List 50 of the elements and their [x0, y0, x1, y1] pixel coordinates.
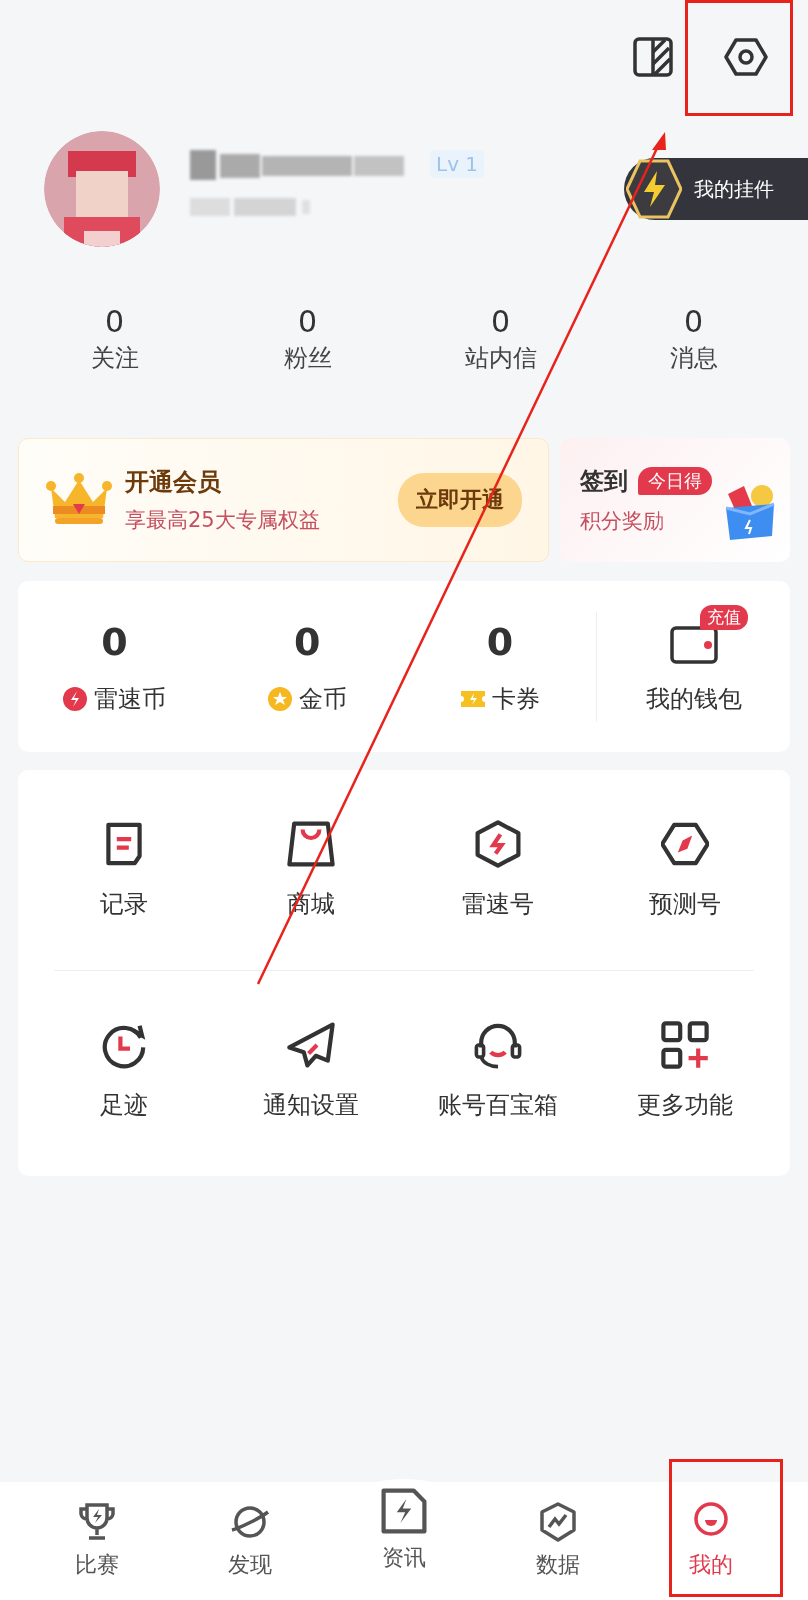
reward-badge: 今日得 [638, 467, 712, 495]
nav-tab[interactable]: 比赛 [20, 1502, 174, 1580]
function-label[interactable]: 账号百宝箱 [437, 1089, 558, 1121]
balance-label[interactable]: 金币 [299, 682, 348, 715]
stat-value[interactable]: 0 [104, 304, 125, 340]
nav-tab[interactable]: 我的 [634, 1502, 788, 1580]
trophy-icon [76, 1502, 117, 1542]
stat-label[interactable]: 关注 [90, 342, 139, 374]
balance-value[interactable]: 0 [293, 618, 321, 665]
hexagon-chart-icon [537, 1502, 578, 1542]
function-label[interactable]: 足迹 [99, 1089, 148, 1121]
nav-tab[interactable]: 发现 [173, 1502, 328, 1580]
checkin-title: 签到 [580, 466, 628, 497]
lightning-coin-icon [62, 685, 89, 712]
function-label[interactable]: 雷速号 [461, 888, 534, 920]
lightning-icon [626, 159, 682, 219]
stat-label[interactable]: 消息 [669, 342, 718, 374]
theme-icon[interactable] [632, 36, 674, 78]
function-label[interactable]: 预测号 [648, 888, 721, 920]
function-label[interactable]: 通知设置 [262, 1089, 359, 1121]
function-label[interactable]: 记录 [99, 888, 148, 920]
settings-icon[interactable] [724, 37, 768, 77]
stat-value[interactable]: 0 [683, 304, 704, 340]
balance-value[interactable]: 0 [486, 618, 514, 665]
vip-title: 开通会员 [125, 467, 222, 498]
balance-label[interactable]: 卡券 [491, 682, 540, 715]
star-coin-icon [267, 685, 294, 712]
news-icon [380, 1487, 428, 1535]
grid-plus-icon[interactable] [660, 1021, 709, 1069]
shopping-bag-icon[interactable] [286, 820, 335, 868]
stat-label[interactable]: 站内信 [464, 342, 537, 374]
level-badge: Lv 1 [430, 150, 485, 178]
wallet-label[interactable]: 我的钱包 [645, 682, 742, 715]
hexagon-compass-icon[interactable] [660, 820, 709, 868]
checkin-card[interactable]: 签到 今日得 积分奖励 [560, 438, 790, 562]
paper-plane-icon[interactable] [286, 1021, 335, 1069]
widget-button[interactable]: 我的挂件 [624, 158, 808, 220]
balance-value[interactable]: 0 [101, 618, 128, 665]
topup-badge[interactable]: 充值 [699, 604, 748, 630]
stat-label[interactable]: 粉丝 [283, 342, 332, 374]
wallet-icon[interactable] [669, 624, 718, 665]
stat-value[interactable]: 0 [297, 304, 318, 340]
balance-label[interactable]: 雷速币 [94, 682, 167, 715]
hexagon-lightning-icon[interactable] [473, 820, 522, 868]
nav-tab[interactable]: 数据 [480, 1502, 635, 1580]
headset-icon[interactable] [473, 1021, 522, 1069]
function-label[interactable]: 更多功能 [636, 1089, 733, 1121]
vip-subtitle: 享最高25大专属权益 [125, 507, 321, 534]
checkin-subtitle: 积分奖励 [580, 508, 665, 535]
stat-value[interactable]: 0 [490, 304, 511, 340]
